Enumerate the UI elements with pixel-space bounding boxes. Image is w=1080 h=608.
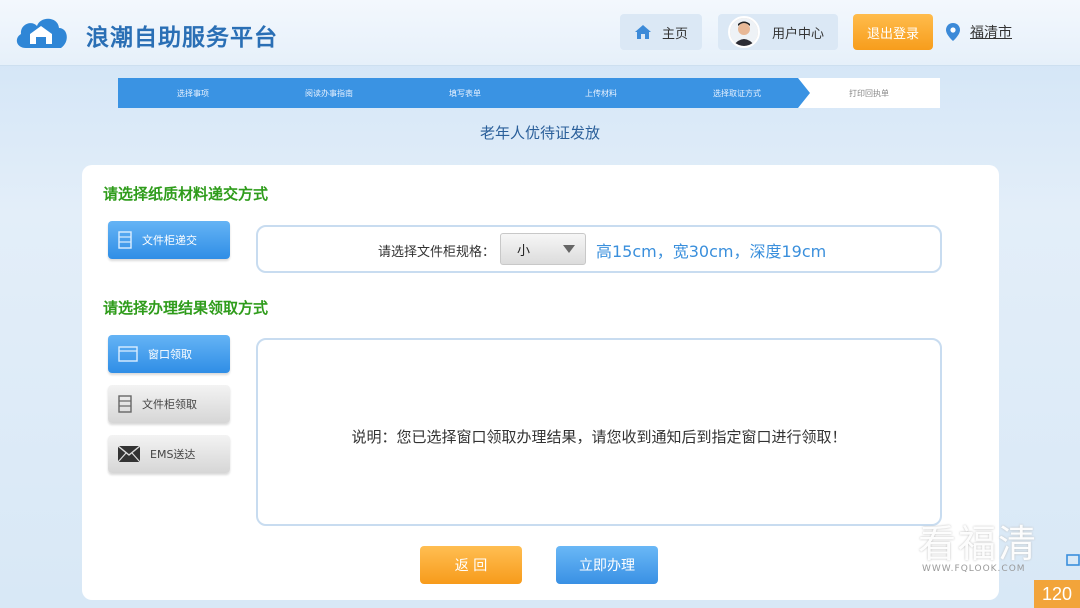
cabinet-icon (118, 395, 132, 413)
chevron-down-icon (563, 245, 575, 253)
city-selector[interactable]: 福清市 (946, 22, 1012, 42)
home-label: 主页 (661, 26, 688, 42)
home-icon (634, 25, 651, 39)
result-section-title: 请选择办理结果领取方式 (103, 299, 269, 317)
step-progress: 选择事项 阅读办事指南 填写表单 上传材料 选择取证方式 打印回执单 (118, 78, 940, 108)
window-pickup-label: 窗口领取 (148, 348, 192, 361)
cabinet-icon (118, 231, 132, 249)
watermark: 看福清 WWW.FQLOOK.COM (918, 522, 1058, 574)
user-center-button[interactable]: 用户中心 (718, 14, 838, 50)
cabinet-size-value: 小 (517, 243, 531, 259)
step-5: 选择取证方式 (662, 78, 812, 108)
header: 浪潮自助服务平台 主页 用户中心 退出登录 福清市 (0, 0, 1080, 66)
location-pin-icon (946, 23, 960, 41)
cabinet-size-select[interactable]: 小 (500, 233, 586, 265)
step-6: 打印回执单 (798, 78, 940, 108)
ems-delivery-label: EMS送达 (150, 448, 196, 461)
expand-icon[interactable] (1066, 552, 1080, 568)
main-card: 请选择纸质材料递交方式 文件柜递交 请选择文件柜规格： 小 高15cm，宽30c… (82, 165, 999, 600)
cabinet-submit-button[interactable]: 文件柜递交 (108, 221, 230, 259)
paper-section-title: 请选择纸质材料递交方式 (103, 185, 269, 203)
avatar (728, 16, 760, 48)
cabinet-pickup-label: 文件柜领取 (142, 398, 197, 411)
submit-button[interactable]: 立即办理 (556, 546, 658, 584)
window-icon (118, 346, 138, 362)
back-button[interactable]: 返 回 (420, 546, 522, 584)
step-4: 上传材料 (526, 78, 676, 108)
cabinet-submit-label: 文件柜递交 (142, 234, 197, 247)
step-2: 阅读办事指南 (254, 78, 404, 108)
result-description: 说明：您已选择窗口领取办理结果，请您收到通知后到指定窗口进行领取！ (351, 428, 847, 446)
cabinet-dimensions: 高15cm，宽30cm，深度19cm (596, 242, 827, 261)
step-label: 选择取证方式 (713, 88, 761, 98)
page-counter: 120 (1034, 580, 1080, 608)
step-3: 填写表单 (390, 78, 540, 108)
cloud-home-logo-icon (16, 18, 67, 48)
result-description-panel: 说明：您已选择窗口领取办理结果，请您收到通知后到指定窗口进行领取！ (256, 338, 942, 526)
window-pickup-button[interactable]: 窗口领取 (108, 335, 230, 373)
watermark-brand: 看福清 (918, 522, 1039, 566)
step-label: 填写表单 (449, 88, 481, 98)
cabinet-pickup-button[interactable]: 文件柜领取 (108, 385, 230, 423)
city-label: 福清市 (970, 25, 1012, 41)
user-center-label: 用户中心 (772, 26, 825, 42)
envelope-icon (118, 446, 140, 462)
step-label: 上传材料 (585, 88, 617, 98)
page-subtitle: 老年人优待证发放 (479, 124, 600, 142)
step-1: 选择事项 (118, 78, 268, 108)
home-button[interactable]: 主页 (620, 14, 702, 50)
app-title: 浪潮自助服务平台 (86, 25, 278, 51)
step-label: 选择事项 (177, 88, 209, 98)
ems-delivery-button[interactable]: EMS送达 (108, 435, 230, 473)
logout-button[interactable]: 退出登录 (853, 14, 933, 50)
cabinet-spec-panel: 请选择文件柜规格： 小 高15cm，宽30cm，深度19cm (256, 225, 942, 273)
step-label: 阅读办事指南 (305, 88, 353, 98)
cabinet-spec-label: 请选择文件柜规格： (378, 245, 496, 260)
step-label: 打印回执单 (849, 88, 889, 98)
